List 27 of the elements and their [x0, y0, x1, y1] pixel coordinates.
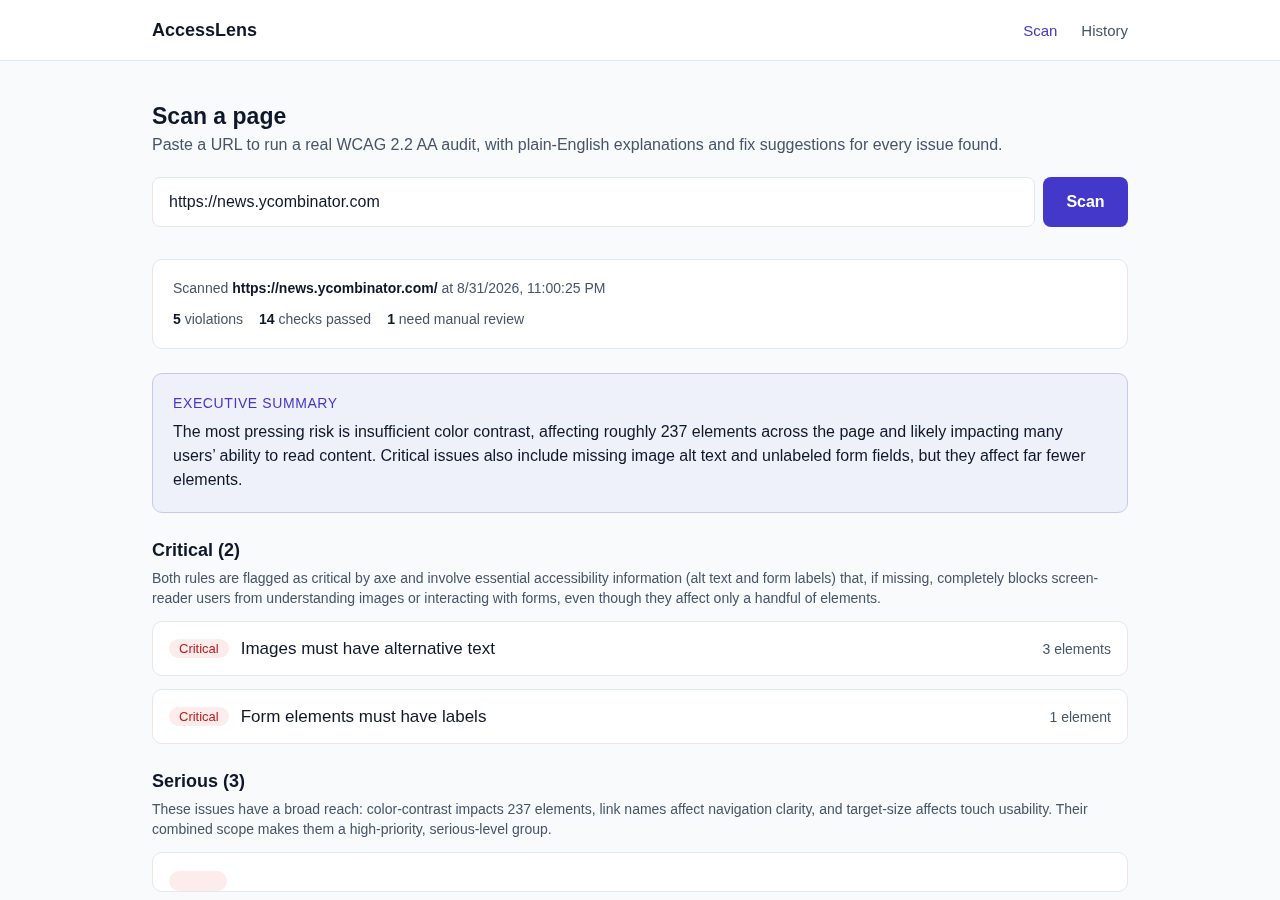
severity-badge: Critical [169, 707, 229, 726]
summary-heading: EXECUTIVE SUMMARY [173, 395, 339, 411]
stat-text: 5 violations [173, 311, 244, 327]
stat-text: 14 checks passed [259, 311, 372, 327]
brand-name: AccessLens [152, 19, 258, 41]
group-heading: Critical (2) [152, 540, 242, 561]
nav-link[interactable]: History [1081, 21, 1128, 39]
issue-title: Images must have alternative text [240, 638, 496, 659]
issue-card[interactable]: Critical Form elements must have labels 1 element [152, 689, 1128, 744]
url-field[interactable]: https://news.ycombinator.com [152, 177, 1035, 227]
issue-title: Form elements must have labels [240, 706, 488, 727]
nav-link[interactable]: Scan [1023, 21, 1058, 39]
issue-card[interactable]: Critical Images must have alternative text 3 elements [152, 621, 1128, 676]
group-description: These issues have a broad reach: color-contrast impacts 237 elements, link names affect navigation clarity, and target-size affects touch usability. Their combined scope makes them a high-priority, serious-level group. [152, 800, 1089, 839]
summary-text: The most pressing risk is insufficient color contrast, affecting roughly 237 elements across the page and likely impacting many users’ ability to read content. Critical issues also include missing image alt text and unlabeled form fields, but they affect far fewer elements. [173, 422, 1087, 490]
group-description: Both rules are flagged as critical by axe and involve essential accessibility information (alt text and form labels) that, if missing, completely blocks screen-reader users from understanding images or interacting with forms, even though they affect only a handful of elements. [152, 569, 1100, 608]
element-count: 3 elements [1042, 640, 1111, 657]
group-heading: Serious (3) [152, 771, 247, 792]
severity-badge [169, 871, 227, 891]
page-title: Scan a page [152, 103, 288, 130]
scan-button[interactable]: Scan [1043, 177, 1128, 227]
element-count: 1 element [1049, 708, 1111, 725]
scan-info: Scanned https://news.ycombinator.com/ at 8/31/2026, 11:00:25 PM [173, 280, 607, 296]
stat-text: 1 need manual review [387, 311, 525, 327]
issue-card[interactable] [152, 852, 1128, 892]
page-description: Paste a URL to run a real WCAG 2.2 AA audit, with plain-English explanations and fix suggestions for every issue found. [152, 136, 1004, 154]
severity-badge: Critical [169, 639, 229, 658]
